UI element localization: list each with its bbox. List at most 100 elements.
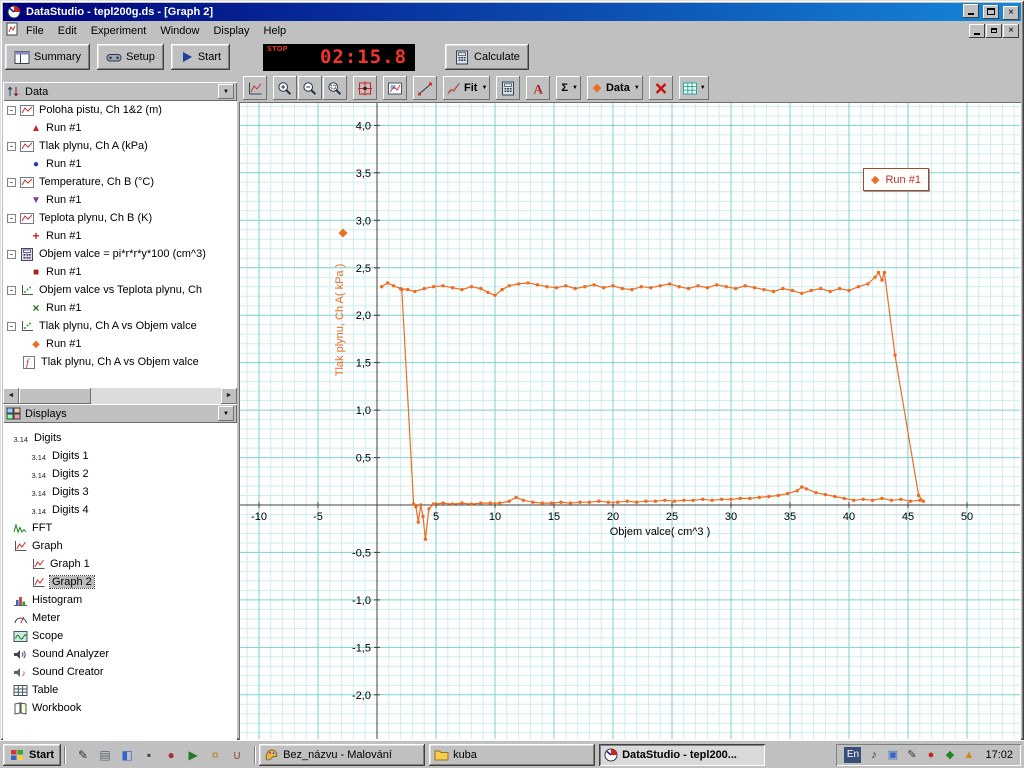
displays-panel-menu-button[interactable]: ▼ <box>218 406 234 421</box>
antivirus-icon[interactable]: ● <box>923 747 938 763</box>
collapse-icon[interactable]: - <box>7 249 16 259</box>
run-item[interactable]: ■ Run #1 <box>3 263 237 281</box>
taskbar-clock[interactable]: 17:02 <box>985 749 1013 761</box>
data-source-item[interactable]: - Objem valce vs Teplota plynu, Ch <box>3 281 237 299</box>
remove-button[interactable] <box>648 76 673 100</box>
scheduler-icon[interactable]: ◆ <box>942 747 957 763</box>
display-item-digits[interactable]: 3.14 Digits <box>3 429 237 447</box>
show-data-button[interactable] <box>383 76 407 100</box>
task-button-folder[interactable]: kuba <box>429 743 596 766</box>
text-annotation-button[interactable]: A <box>526 76 551 100</box>
data-source-item[interactable]: - Temperature, Ch B (°C) <box>3 173 237 191</box>
messenger-icon[interactable]: ▲ <box>961 747 976 763</box>
menu-edit[interactable]: Edit <box>51 23 84 39</box>
coffee-cup-icon[interactable]: ∪ <box>228 746 246 764</box>
calculate-button[interactable]: Calculate <box>445 44 529 70</box>
floppy-disk-icon[interactable]: ▪ <box>140 746 158 764</box>
menu-file[interactable]: File <box>19 23 51 39</box>
displays-panel-header[interactable]: Displays ▼ <box>3 404 237 423</box>
tablet-pen-icon[interactable]: ✎ <box>904 747 919 763</box>
collapse-icon[interactable]: - <box>7 285 16 295</box>
zoom-select-button[interactable] <box>323 76 347 100</box>
mdi-minimize-button[interactable] <box>969 23 985 38</box>
data-source-item[interactable]: - Tlak plynu, Ch A vs Objem valce <box>3 317 237 335</box>
maximize-button[interactable] <box>982 4 999 19</box>
display-settings-icon[interactable]: ▣ <box>885 747 900 763</box>
run-item[interactable]: ▼ Run #1 <box>3 191 237 209</box>
legend[interactable]: ◆ Run #1 <box>863 168 929 191</box>
display-item-digits-1[interactable]: 3.14 Digits 1 <box>3 447 237 465</box>
task-button-paint[interactable]: Bez_názvu - Malování <box>259 743 426 766</box>
chart[interactable]: -10 -5 5 10 15 20 25 30 35 40 45 50 -2,0 -1,5 -1,0 -0,5… <box>240 103 1020 739</box>
key-icon[interactable]: ¤ <box>206 746 224 764</box>
run-item[interactable]: × Run #1 <box>3 299 237 317</box>
graph-document-icon[interactable] <box>5 22 19 39</box>
display-item-digits-4[interactable]: 3.14 Digits 4 <box>3 501 237 519</box>
slope-tool-button[interactable] <box>413 76 437 100</box>
run-item[interactable]: ● Run #1 <box>3 155 237 173</box>
fit-menu-button[interactable]: Fit ▼ <box>443 76 491 100</box>
graph-settings-button[interactable]: ▼ <box>678 76 709 100</box>
data-source-item[interactable]: - Objem valce = pi*r*r*y*100 (cm^3) <box>3 245 237 263</box>
run-item[interactable]: ◆ Run #1 <box>3 335 237 353</box>
document-icon[interactable]: ▤ <box>96 746 114 764</box>
zoom-out-button[interactable] <box>298 76 322 100</box>
scroll-left-button[interactable]: ◄ <box>3 388 19 404</box>
display-item-fft[interactable]: FFT <box>3 519 237 537</box>
collapse-icon[interactable]: - <box>7 105 16 115</box>
run-item[interactable]: ▲ Run #1 <box>3 119 237 137</box>
display-item-graph[interactable]: Graph <box>3 537 237 555</box>
data-source-item[interactable]: - Teplota plynu, Ch B (K) <box>3 209 237 227</box>
display-item-sound-creator[interactable]: ♪ Sound Creator <box>3 663 237 681</box>
start-button[interactable]: Start <box>170 44 231 70</box>
data-source-item[interactable]: - Poloha pistu, Ch 1&2 (m) <box>3 101 237 119</box>
mdi-restore-button[interactable] <box>986 23 1002 38</box>
menu-window[interactable]: Window <box>153 23 206 39</box>
collapse-icon[interactable]: - <box>7 141 16 151</box>
scale-to-fit-button[interactable] <box>243 76 267 100</box>
display-item-scope[interactable]: Scope <box>3 627 237 645</box>
run-item[interactable]: + Run #1 <box>3 227 237 245</box>
title-bar[interactable]: DataStudio - tepl200g.ds - [Graph 2] × <box>3 3 1021 21</box>
display-item-histogram[interactable]: Histogram <box>3 591 237 609</box>
display-item-digits-3[interactable]: 3.14 Digits 3 <box>3 483 237 501</box>
calculator-tool-button[interactable] <box>496 76 521 100</box>
collapse-icon[interactable]: - <box>7 213 16 223</box>
display-item-sound-analyzer[interactable]: Sound Analyzer <box>3 645 237 663</box>
data-menu-button[interactable]: Data ▼ <box>586 76 643 100</box>
data-source-item[interactable]: f Tlak plynu, Ch A vs Objem valce <box>3 353 237 371</box>
setup-button[interactable]: Setup <box>97 44 164 70</box>
keyboard-layout-indicator[interactable]: En <box>844 746 862 763</box>
menu-experiment[interactable]: Experiment <box>84 23 154 39</box>
display-item-workbook[interactable]: Workbook <box>3 699 237 717</box>
minimize-button[interactable] <box>962 4 979 19</box>
mdi-close-button[interactable]: × <box>1003 23 1019 38</box>
start-menu-button[interactable]: Start <box>3 743 62 766</box>
display-item-digits-2[interactable]: 3.14 Digits 2 <box>3 465 237 483</box>
menu-help[interactable]: Help <box>257 23 294 39</box>
statistics-menu-button[interactable]: Σ ▼ <box>556 76 581 100</box>
volume-icon[interactable]: ♪ <box>866 747 881 763</box>
data-source-item[interactable]: - Tlak plynu, Ch A (kPa) <box>3 137 237 155</box>
smart-tool-button[interactable] <box>353 76 377 100</box>
collapse-icon[interactable]: - <box>7 177 16 187</box>
paint-tool-icon[interactable]: ◧ <box>118 746 136 764</box>
data-tree-hscrollbar[interactable]: ◄ ► <box>3 388 237 404</box>
collapse-icon[interactable]: - <box>7 321 16 331</box>
display-item-graph-1[interactable]: Graph 1 <box>3 555 237 573</box>
graph-display[interactable]: -10 -5 5 10 15 20 25 30 35 40 45 50 -2,0 -1,5 -1,0 -0,5… <box>239 102 1021 740</box>
scrollbar-thumb[interactable] <box>19 388 91 404</box>
scroll-right-button[interactable]: ► <box>221 388 237 404</box>
display-item-meter[interactable]: Meter <box>3 609 237 627</box>
display-item-graph-2[interactable]: Graph 2 <box>3 573 237 591</box>
media-player-icon[interactable]: ▶ <box>184 746 202 764</box>
data-panel-header[interactable]: Data ▼ <box>3 82 237 101</box>
task-button-datastudio[interactable]: DataStudio - tepl200... <box>599 743 766 766</box>
zoom-in-button[interactable] <box>273 76 297 100</box>
summary-button[interactable]: Summary <box>5 44 91 70</box>
display-item-table[interactable]: Table <box>3 681 237 699</box>
menu-display[interactable]: Display <box>206 23 256 39</box>
close-button[interactable]: × <box>1003 5 1019 20</box>
data-panel-menu-button[interactable]: ▼ <box>218 84 234 99</box>
globe-icon[interactable]: ● <box>162 746 180 764</box>
